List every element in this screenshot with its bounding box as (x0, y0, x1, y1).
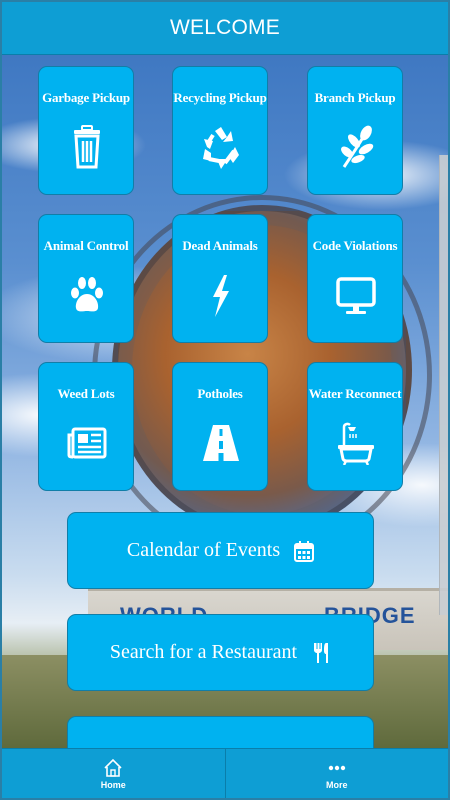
tile-label: Garbage Pickup (42, 90, 130, 105)
paw-icon (71, 277, 103, 312)
tile-label: Recycling Pickup (173, 90, 267, 105)
utensils-icon (314, 642, 329, 663)
nav-home-label: Home (100, 779, 126, 790)
page-title: WELCOME (170, 16, 280, 39)
tile-label: Code Violations (312, 238, 398, 253)
tile-weed-lots[interactable]: Weed Lots (38, 362, 134, 491)
search-restaurant-button[interactable]: Search for a Restaurant (67, 614, 374, 691)
tile-recycling-pickup[interactable]: Recycling Pickup (172, 66, 268, 195)
bottom-nav: Home More (2, 748, 448, 798)
tile-garbage-pickup[interactable]: Garbage Pickup (38, 66, 134, 195)
nav-more[interactable]: More (224, 749, 449, 798)
button-label: Calendar of Events (126, 539, 281, 561)
calendar-icon (294, 540, 315, 562)
app-frame: WELCOME WORLD BRIDGE Garbage Pickup Recy… (0, 0, 450, 800)
tile-water-reconnect[interactable]: Water Reconnect (307, 362, 403, 491)
header-bar: WELCOME (2, 2, 448, 55)
tile-label: Water Reconnect (308, 386, 402, 401)
button-label: Search for a Restaurant (109, 641, 298, 663)
tile-code-violations[interactable]: Code Violations (307, 214, 403, 343)
tile-branch-pickup[interactable]: Branch Pickup (307, 66, 403, 195)
monitor-icon (336, 277, 376, 314)
tile-label: Dead Animals (182, 238, 258, 253)
tile-label: Animal Control (43, 238, 129, 253)
recycle-icon (203, 127, 239, 169)
tile-potholes[interactable]: Potholes (172, 362, 268, 491)
bathtub-icon (338, 422, 374, 465)
lightning-bolt-icon (213, 275, 229, 317)
tile-animal-control[interactable]: Animal Control (38, 214, 134, 343)
tile-dead-animals[interactable]: Dead Animals (172, 214, 268, 343)
more-dots-icon (328, 765, 345, 770)
road-icon (203, 425, 239, 461)
nav-home[interactable]: Home (2, 749, 225, 798)
trash-can-icon (74, 125, 100, 169)
tile-label: Weed Lots (57, 386, 115, 401)
tile-label: Branch Pickup (314, 90, 396, 105)
scrollbar[interactable] (439, 155, 448, 615)
calendar-of-events-button[interactable]: Calendar of Events (67, 512, 374, 589)
tile-label: Potholes (197, 386, 243, 401)
newspaper-icon (67, 427, 107, 459)
nav-more-label: More (325, 779, 348, 790)
leaf-branch-icon (341, 125, 374, 168)
home-icon (104, 758, 122, 777)
